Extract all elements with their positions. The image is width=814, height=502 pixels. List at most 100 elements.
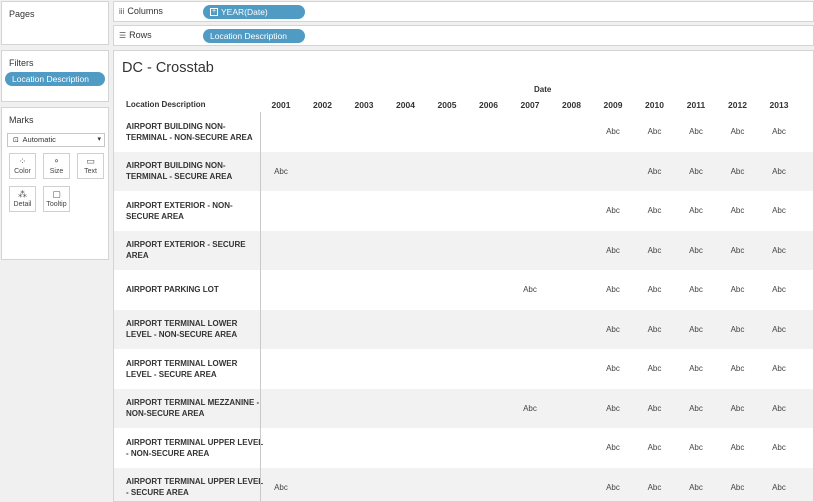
table-row: AIRPORT TERMINAL UPPER LEVEL - SECURE AR… bbox=[114, 467, 813, 501]
year-header-2009[interactable]: 2009 bbox=[598, 100, 628, 110]
row-label[interactable]: AIRPORT TERMINAL UPPER LEVEL - SECURE AR… bbox=[126, 476, 264, 498]
year-header-2012[interactable]: 2012 bbox=[723, 100, 753, 110]
detail-button[interactable]: ⁂ Detail bbox=[9, 186, 36, 212]
mark-type-dropdown[interactable]: ⊡ Automatic ▾ bbox=[7, 133, 105, 147]
row-label[interactable]: AIRPORT TERMINAL MEZZANINE - NON-SECURE … bbox=[126, 397, 264, 419]
row-label[interactable]: AIRPORT TERMINAL LOWER LEVEL - SECURE AR… bbox=[126, 358, 264, 380]
cell-abc: Abc bbox=[523, 285, 537, 294]
detail-dots-icon: ⁂ bbox=[18, 189, 27, 199]
expand-plus-icon[interactable]: + bbox=[210, 7, 218, 16]
cell-abc: Abc bbox=[647, 127, 662, 136]
table-row: AIRPORT EXTERIOR - NON-SECURE AREA Abc Abc… bbox=[114, 191, 813, 231]
cell-abc: Abc bbox=[689, 206, 703, 215]
cell-abc: Abc bbox=[730, 245, 745, 255]
cell-abc: Abc bbox=[730, 403, 745, 413]
row-label[interactable]: AIRPORT BUILDING NON-TERMINAL - NON-SECU… bbox=[126, 121, 264, 143]
cell-abc: Abc bbox=[647, 166, 662, 176]
table-row: AIRPORT TERMINAL UPPER LEVEL - NON-SECUR… bbox=[114, 428, 813, 468]
row-header-divider bbox=[260, 112, 261, 501]
cell-abc: Abc bbox=[647, 364, 662, 373]
row-label[interactable]: AIRPORT EXTERIOR - SECURE AREA bbox=[126, 239, 264, 261]
cell-abc: Abc bbox=[274, 482, 288, 492]
cell-abc: Abc bbox=[772, 443, 786, 452]
columns-pill-year-date[interactable]: + YEAR(Date) bbox=[203, 5, 305, 19]
row-label[interactable]: AIRPORT PARKING LOT bbox=[126, 284, 264, 295]
tooltip-bubble-icon: ▢ bbox=[52, 189, 61, 199]
cell-abc: Abc bbox=[730, 206, 745, 215]
cell-abc: Abc bbox=[689, 324, 703, 334]
pages-card[interactable]: Pages bbox=[1, 1, 109, 45]
cell-abc: Abc bbox=[689, 482, 703, 492]
row-label[interactable]: AIRPORT EXTERIOR - NON-SECURE AREA bbox=[126, 200, 264, 222]
row-label[interactable]: AIRPORT TERMINAL UPPER LEVEL - NON-SECUR… bbox=[126, 437, 264, 459]
year-header-2010[interactable]: 2010 bbox=[640, 100, 670, 110]
year-header-2003[interactable]: 2003 bbox=[349, 100, 379, 110]
cell-abc: Abc bbox=[647, 206, 662, 215]
cell-abc: Abc bbox=[606, 443, 620, 452]
cell-abc: Abc bbox=[772, 285, 786, 294]
year-header-2[interactable]: 2 bbox=[806, 100, 814, 110]
cell-abc: Abc bbox=[772, 166, 786, 176]
year-header-2002[interactable]: 2002 bbox=[308, 100, 338, 110]
cell-abc: Abc bbox=[689, 443, 703, 452]
color-dots-icon: ⁘ bbox=[18, 156, 27, 166]
location-description-header[interactable]: Location Description bbox=[126, 100, 206, 109]
cell-abc: Abc bbox=[772, 245, 786, 255]
mark-type-icon: ⊡ bbox=[13, 137, 19, 144]
table-row: AIRPORT PARKING LOT Abc Abc Abc Abc Abc Abc bbox=[114, 270, 813, 310]
tooltip-button[interactable]: ▢ Tooltip bbox=[43, 186, 70, 212]
cell-abc: Abc bbox=[689, 285, 703, 294]
color-button[interactable]: ⁘ Color bbox=[9, 153, 36, 179]
cell-abc: Abc bbox=[647, 245, 662, 255]
table-row: AIRPORT TERMINAL LOWER LEVEL - SECURE AR… bbox=[114, 349, 813, 389]
size-button-label: Size bbox=[49, 168, 64, 175]
cell-abc: Abc bbox=[523, 403, 537, 413]
year-header-2004[interactable]: 2004 bbox=[391, 100, 421, 110]
cell-abc: Abc bbox=[606, 403, 620, 413]
cell-abc: Abc bbox=[647, 324, 662, 334]
year-header-2005[interactable]: 2005 bbox=[432, 100, 462, 110]
text-button-label: Text bbox=[84, 168, 97, 175]
year-header-2001[interactable]: 2001 bbox=[266, 100, 296, 110]
cell-abc: Abc bbox=[772, 127, 786, 136]
cell-abc: Abc bbox=[606, 127, 620, 136]
year-header-2006[interactable]: 2006 bbox=[474, 100, 504, 110]
cell-abc: Abc bbox=[689, 245, 703, 255]
cell-abc: Abc bbox=[606, 324, 620, 334]
table-row: AIRPORT BUILDING NON-TERMINAL - SECURE A… bbox=[114, 151, 813, 191]
mark-type-value: Automatic bbox=[22, 135, 56, 144]
filters-title: Filters bbox=[9, 58, 34, 68]
cell-abc: Abc bbox=[730, 482, 745, 492]
row-label[interactable]: AIRPORT BUILDING NON-TERMINAL - SECURE A… bbox=[126, 160, 264, 182]
year-header-2011[interactable]: 2011 bbox=[681, 100, 711, 110]
table-row: AIRPORT TERMINAL MEZZANINE - NON-SECURE … bbox=[114, 388, 813, 428]
rows-icon: ☰ bbox=[119, 31, 127, 40]
cell-abc: Abc bbox=[730, 364, 745, 373]
color-button-label: Color bbox=[14, 168, 31, 175]
rows-pill-location-description[interactable]: Location Description bbox=[203, 29, 305, 43]
cell-abc: Abc bbox=[274, 166, 288, 176]
cell-abc: Abc bbox=[606, 482, 620, 492]
cell-abc: Abc bbox=[606, 245, 620, 255]
year-header-2013[interactable]: 2013 bbox=[764, 100, 794, 110]
text-button[interactable]: ▭ Text bbox=[77, 153, 104, 179]
cell-abc: Abc bbox=[772, 324, 786, 334]
cell-abc: Abc bbox=[689, 127, 703, 136]
tooltip-button-label: Tooltip bbox=[46, 201, 67, 208]
year-header-2007[interactable]: 2007 bbox=[515, 100, 545, 110]
cell-abc: Abc bbox=[689, 364, 703, 373]
cell-abc: Abc bbox=[606, 364, 620, 373]
marks-card: Marks bbox=[1, 107, 109, 260]
cell-abc: Abc bbox=[689, 166, 703, 176]
size-button[interactable]: ⚬ Size bbox=[43, 153, 70, 179]
cell-abc: Abc bbox=[730, 166, 745, 176]
filter-pill-location-description[interactable]: Location Description bbox=[5, 72, 105, 86]
row-label[interactable]: AIRPORT TERMINAL LOWER LEVEL - NON-SECUR… bbox=[126, 318, 264, 340]
columns-icon: iii bbox=[119, 7, 125, 16]
cell-abc: Abc bbox=[689, 403, 703, 413]
table-row: AIRPORT BUILDING NON-TERMINAL - NON-SECU… bbox=[114, 112, 813, 152]
cell-abc: Abc bbox=[772, 403, 786, 413]
cell-abc: Abc bbox=[606, 285, 620, 294]
year-header-2008[interactable]: 2008 bbox=[557, 100, 587, 110]
columns-shelf-label: iii Columns bbox=[119, 6, 163, 16]
